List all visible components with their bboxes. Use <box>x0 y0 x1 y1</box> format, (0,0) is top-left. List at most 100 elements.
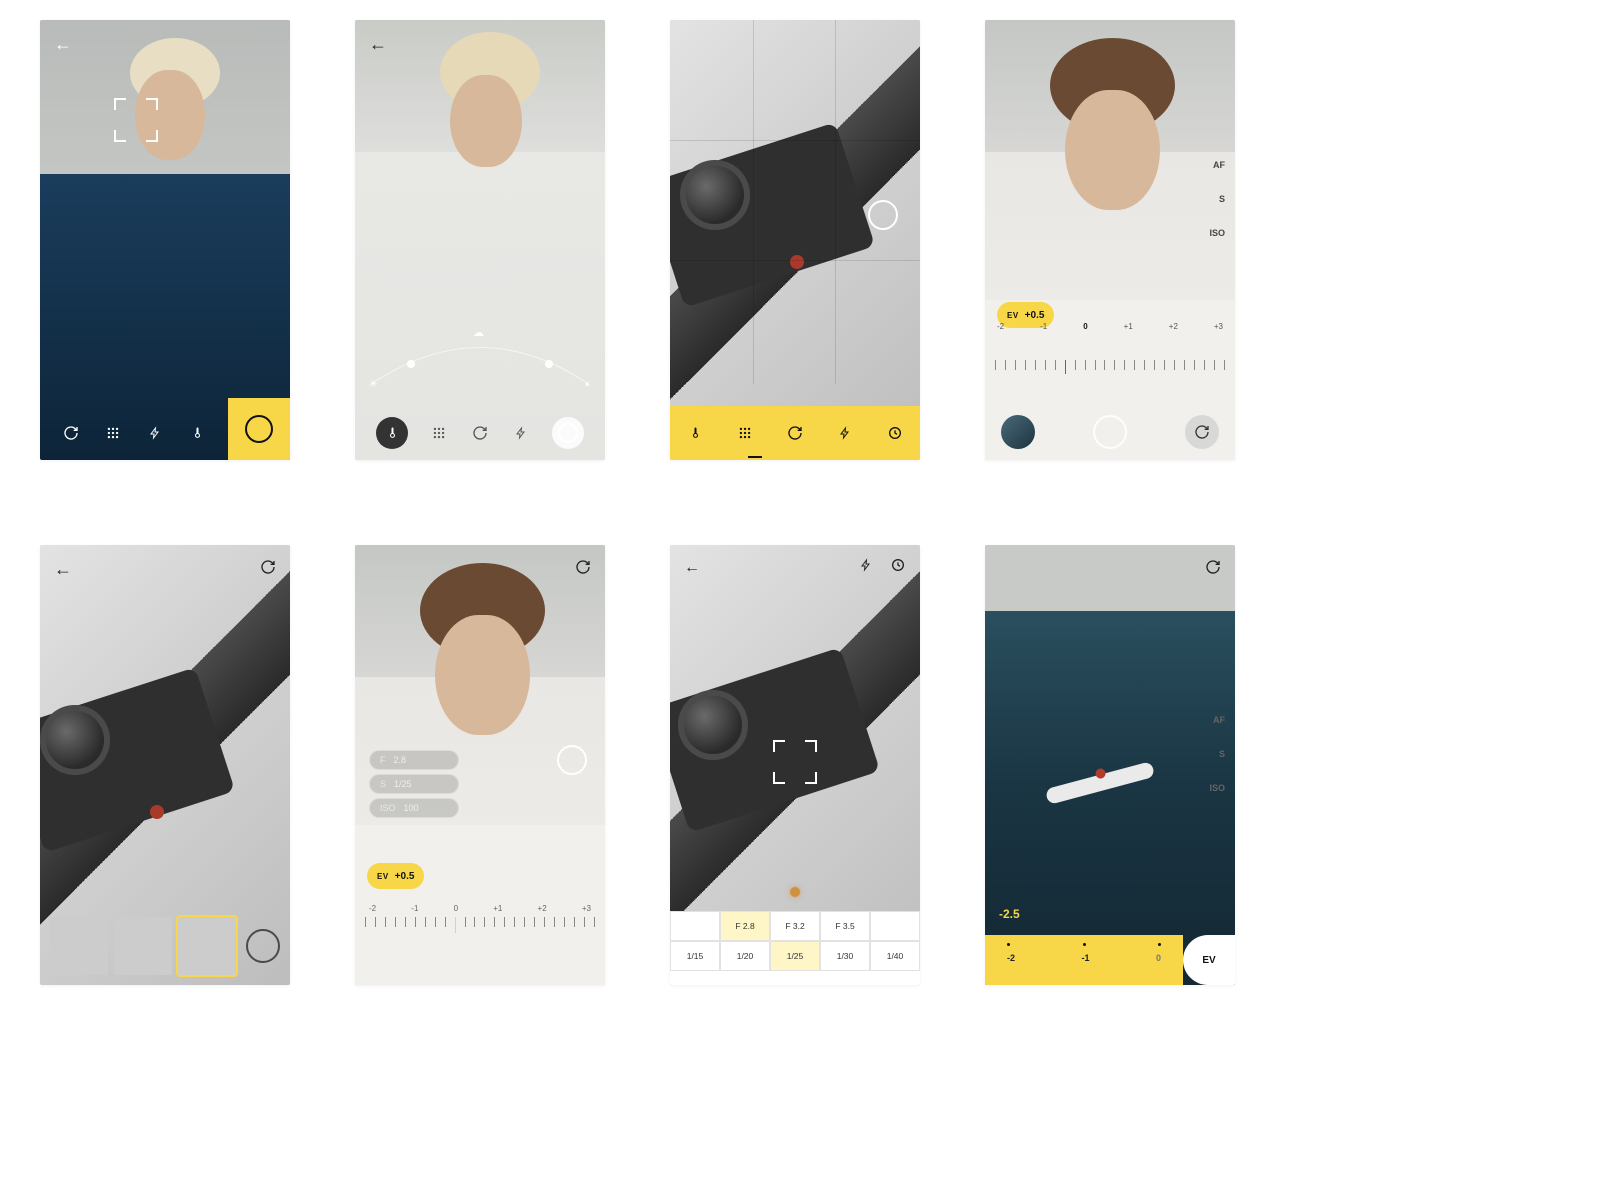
iso-label[interactable]: ISO <box>1209 783 1225 793</box>
shutter-row[interactable]: 1/15 1/20 1/25 1/30 1/40 <box>670 941 920 971</box>
fstop-cell[interactable] <box>670 911 720 941</box>
fstop-row[interactable]: F 2.8 F 3.2 F 3.5 <box>670 911 920 941</box>
ruler-tick: +3 <box>1214 322 1223 331</box>
ev-mode-pill[interactable]: EV <box>1183 935 1235 985</box>
focus-point[interactable] <box>868 200 898 230</box>
timer-icon[interactable] <box>890 557 906 578</box>
refresh-icon[interactable] <box>575 559 591 580</box>
mini-ruler: -2 -1 0 +1 +2 +3 <box>355 904 605 913</box>
screen-white-balance: ← ☀ ☁ ◐ <box>355 20 605 460</box>
active-indicator <box>748 456 762 458</box>
shutter-cell[interactable]: 1/20 <box>720 941 770 971</box>
ev-slider-ticks: -2 -1 0 <box>985 953 1183 963</box>
gallery-thumb[interactable] <box>1001 415 1035 449</box>
photo-face <box>435 615 530 735</box>
temperature-icon[interactable] <box>685 423 705 443</box>
fstop-cell[interactable]: F 3.5 <box>820 911 870 941</box>
fstop-cell[interactable]: F 3.2 <box>770 911 820 941</box>
ruler-tick: +1 <box>1124 322 1133 331</box>
thumbnail-selected[interactable] <box>178 917 236 975</box>
viewfinder-photo <box>40 20 290 460</box>
thumbnail[interactable] <box>50 917 108 975</box>
shutter-button[interactable] <box>246 929 280 963</box>
ruler-tick: -1 <box>1040 322 1047 331</box>
shutter-button[interactable] <box>228 398 290 460</box>
iso-label[interactable]: ISO <box>1209 228 1225 238</box>
screen-camera-capture: ← <box>40 20 290 460</box>
flash-icon[interactable] <box>145 423 165 443</box>
shutter-label[interactable]: S <box>1219 194 1225 204</box>
ruler-tick: -2 <box>1007 953 1015 963</box>
exposure-readout: F2.8 S1/25 ISO100 <box>369 750 459 818</box>
shutter-small[interactable] <box>552 417 584 449</box>
af-label[interactable]: AF <box>1213 160 1225 170</box>
shutter-cell[interactable]: 1/30 <box>820 941 870 971</box>
shutter-cell-selected[interactable]: 1/25 <box>770 941 820 971</box>
screen-ev-adjust: AF S ISO EV +0.5 -2 -1 0 +1 +2 +3 <box>985 20 1235 460</box>
ruler-tick: +2 <box>1169 322 1178 331</box>
ruler-tick: 0 <box>1156 953 1161 963</box>
timer-icon[interactable] <box>885 423 905 443</box>
switch-camera-icon[interactable] <box>1185 415 1219 449</box>
ev-label: EV <box>1007 311 1019 320</box>
back-icon[interactable]: ← <box>684 559 700 577</box>
ruler-tick: +1 <box>493 904 502 913</box>
manual-mode-labels: AF S ISO <box>1209 160 1225 238</box>
ev-slider-bar[interactable]: -2 -1 0 <box>985 935 1183 985</box>
tick-dots <box>985 943 1183 946</box>
photo-kayak <box>1045 761 1155 805</box>
sun-icon: ☀ <box>369 379 378 390</box>
aperture-row[interactable]: F2.8 <box>369 750 459 770</box>
refresh-icon[interactable] <box>1205 559 1221 580</box>
wb-toolbar <box>355 406 605 460</box>
screen-manual-readout: F2.8 S1/25 ISO100 EV +0.5 -2 -1 0 +1 +2 … <box>355 545 605 985</box>
exposure-grid: F 2.8 F 3.2 F 3.5 1/15 1/20 1/25 1/30 1/… <box>670 911 920 985</box>
shutter-cell[interactable]: 1/15 <box>670 941 720 971</box>
fstop-cell[interactable] <box>870 911 920 941</box>
bottom-controls <box>985 404 1235 460</box>
ruler-indicator <box>455 917 456 933</box>
grid-icon[interactable] <box>735 423 755 443</box>
shutter-cell[interactable]: 1/40 <box>870 941 920 971</box>
thumbnail[interactable] <box>114 917 172 975</box>
flash-icon[interactable] <box>835 423 855 443</box>
screen-grid-mode <box>670 20 920 460</box>
focus-reticle[interactable] <box>114 98 158 142</box>
back-icon[interactable]: ← <box>54 34 72 55</box>
ev-value: +0.5 <box>395 871 415 882</box>
wb-arc-selector[interactable]: ☀ ☁ ◐ <box>365 330 595 390</box>
ev-label: EV <box>1202 955 1215 966</box>
ruler-tick: -1 <box>1081 953 1089 963</box>
screen-ev-slider-sea: AF S ISO -2.5 -2 -1 0 EV <box>985 545 1235 985</box>
ev-pill[interactable]: EV +0.5 <box>367 863 424 889</box>
iso-row[interactable]: ISO100 <box>369 798 459 818</box>
arc-dot <box>545 360 553 368</box>
shutter-val: 1/25 <box>394 779 412 789</box>
back-icon[interactable]: ← <box>369 34 387 55</box>
photo-face <box>1065 90 1160 210</box>
ev-ruler-ticks[interactable] <box>355 917 605 937</box>
screen-aperture-shutter-grid: ← F 2.8 F 3.2 F 3.5 1/15 1/20 1/25 1/30 … <box>670 545 920 985</box>
ev-ruler-ticks[interactable] <box>985 360 1235 380</box>
focus-reticle[interactable] <box>773 740 817 784</box>
focus-point[interactable] <box>557 745 587 775</box>
grid-icon[interactable] <box>429 423 449 443</box>
temperature-chip[interactable] <box>376 417 408 449</box>
refresh-icon[interactable] <box>785 423 805 443</box>
refresh-icon[interactable] <box>260 559 276 580</box>
photo-camera-lens <box>40 705 110 775</box>
shutter-label[interactable]: S <box>1219 749 1225 759</box>
fstop-cell-selected[interactable]: F 2.8 <box>720 911 770 941</box>
grid-icon[interactable] <box>103 423 123 443</box>
flash-icon[interactable] <box>511 423 531 443</box>
shutter-button[interactable] <box>1093 415 1127 449</box>
af-label[interactable]: AF <box>1213 715 1225 725</box>
refresh-icon[interactable] <box>61 423 81 443</box>
temperature-icon[interactable] <box>187 423 207 443</box>
ruler-tick: -1 <box>411 904 418 913</box>
ev-indicator-dot <box>790 887 800 897</box>
shutter-row[interactable]: S1/25 <box>369 774 459 794</box>
flash-icon[interactable] <box>860 557 872 578</box>
back-icon[interactable]: ← <box>54 559 72 580</box>
refresh-icon[interactable] <box>470 423 490 443</box>
